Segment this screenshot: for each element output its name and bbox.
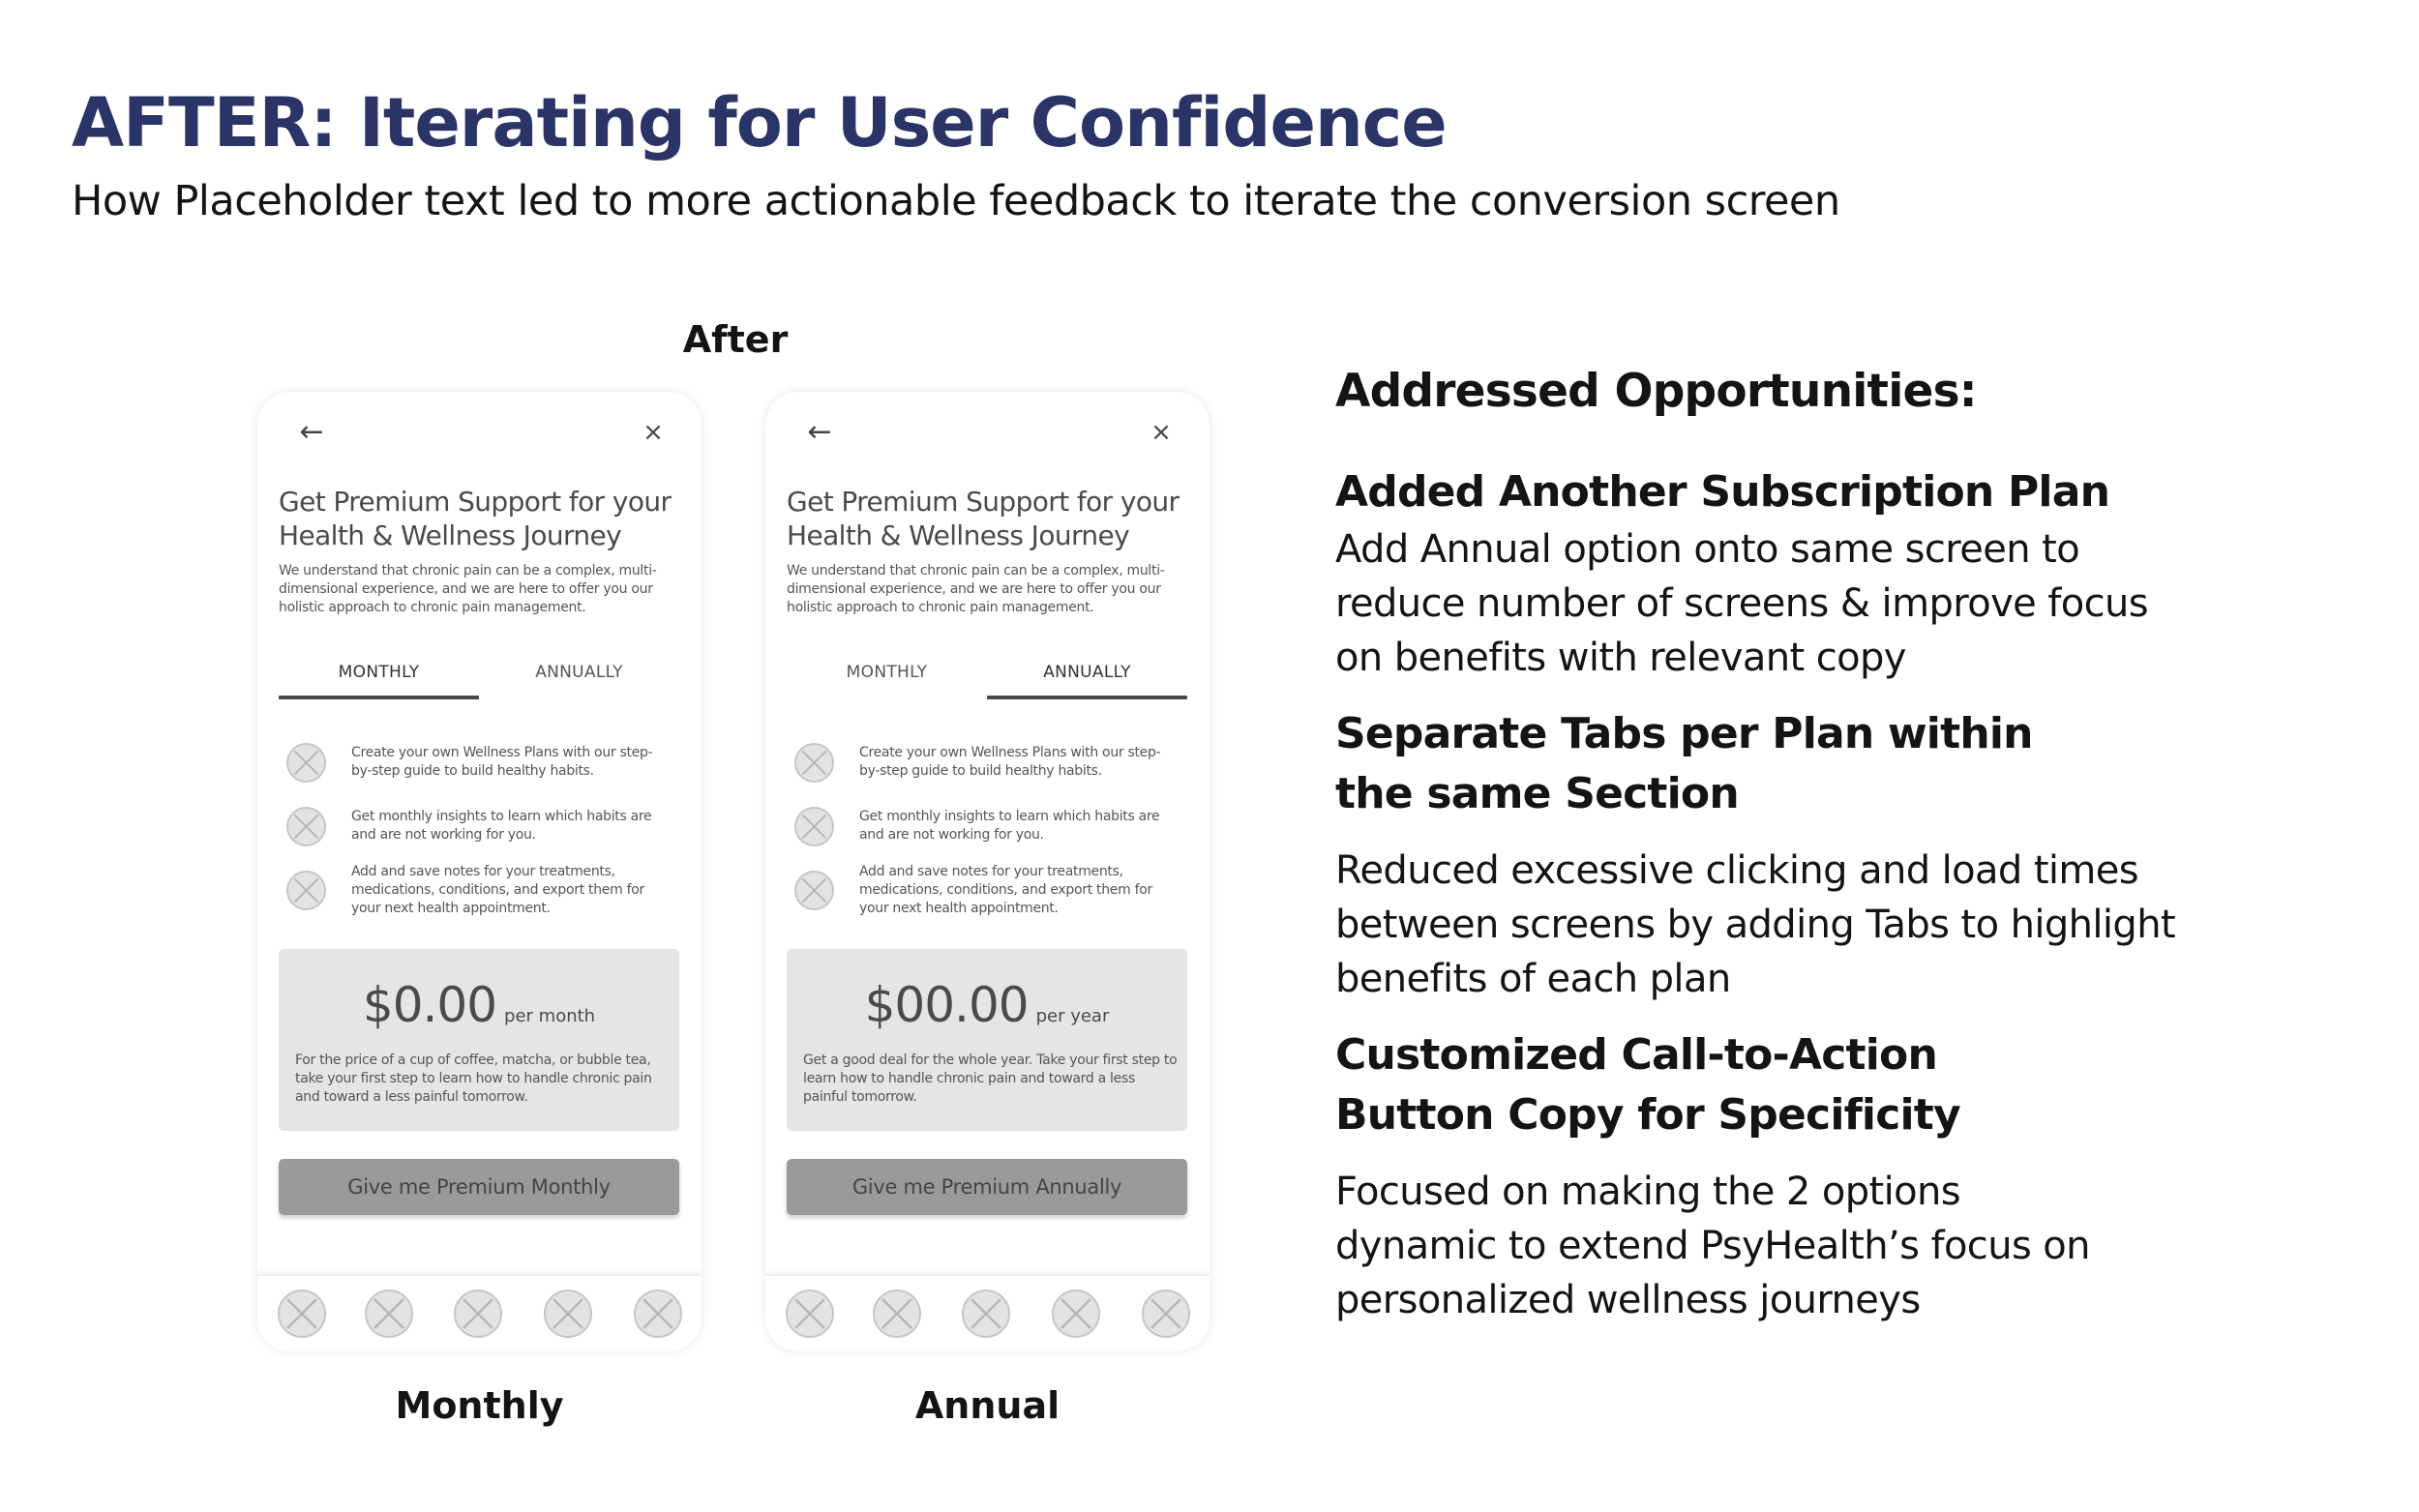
tab-monthly[interactable]: MONTHLY (279, 653, 479, 701)
nav-placeholder-icon[interactable] (1142, 1290, 1190, 1338)
tab-annually[interactable]: ANNUALLY (987, 653, 1187, 701)
premium-title: Get Premium Support for your Health & We… (279, 486, 672, 551)
addressed-opportunities: Addressed Opportunities: Added Another S… (1335, 362, 2322, 1327)
nav-placeholder-icon[interactable] (962, 1290, 1010, 1338)
feature-item: Get monthly insights to learn which habi… (286, 794, 683, 858)
feature-item: Add and save notes for your treatments, … (794, 858, 1191, 922)
placeholder-icon (794, 806, 834, 846)
feature-item: Get monthly insights to learn which habi… (794, 794, 1191, 858)
placeholder-icon (286, 870, 326, 910)
feature-list: Create your own Wellness Plans with our … (286, 730, 683, 922)
premium-monthly-button[interactable]: Give me Premium Monthly (279, 1159, 679, 1215)
price-description: Get a good deal for the whole year. Take… (803, 1052, 1178, 1105)
page-title: AFTER: Iterating for User Confidence (72, 83, 1448, 163)
feature-text: Add and save notes for your treatments, … (859, 863, 1152, 916)
price-period: per month (504, 1006, 596, 1026)
nav-placeholder-icon[interactable] (1052, 1290, 1100, 1338)
premium-annually-button[interactable]: Give me Premium Annually (787, 1159, 1187, 1215)
section-title-subscription-plan: Added Another Subscription Plan (1335, 467, 2110, 517)
nav-placeholder-icon[interactable] (786, 1290, 834, 1338)
price-row: $00.00 per year (787, 976, 1187, 1034)
notes-heading: Addressed Opportunities: (1335, 365, 1978, 418)
section-body-subscription-plan: Add Annual option onto same screen to re… (1335, 527, 2149, 680)
tab-annually[interactable]: ANNUALLY (479, 653, 679, 701)
placeholder-icon (794, 742, 834, 783)
plan-tabs: MONTHLY ANNUALLY (787, 653, 1187, 701)
section-body-cta-copy: Focused on making the 2 options dynamic … (1335, 1170, 2091, 1322)
price-row: $0.00 per month (279, 976, 679, 1034)
feature-text: Get monthly insights to learn which habi… (351, 809, 652, 843)
feature-item: Create your own Wellness Plans with our … (794, 730, 1191, 794)
premium-description: We understand that chronic pain can be a… (787, 563, 1165, 615)
page-subtitle: How Placeholder text led to more actiona… (72, 177, 1840, 225)
nav-placeholder-icon[interactable] (278, 1290, 326, 1338)
price-card: $00.00 per year Get a good deal for the w… (787, 949, 1187, 1131)
premium-title: Get Premium Support for your Health & We… (787, 486, 1180, 551)
section-title-cta-copy: Customized Call-to-Action Button Copy fo… (1335, 1030, 1961, 1140)
arrow-left-icon[interactable]: ← (292, 413, 331, 452)
nav-placeholder-icon[interactable] (634, 1290, 682, 1338)
placeholder-icon (286, 806, 326, 846)
close-icon[interactable]: × (1142, 413, 1180, 452)
bottom-nav-bar (765, 1274, 1210, 1351)
feature-text: Create your own Wellness Plans with our … (351, 745, 653, 779)
caption-annual: Annual (914, 1384, 1060, 1427)
arrow-left-icon[interactable]: ← (800, 413, 839, 452)
feature-text: Create your own Wellness Plans with our … (859, 745, 1161, 779)
plan-tabs: MONTHLY ANNUALLY (279, 653, 679, 701)
nav-placeholder-icon[interactable] (365, 1290, 413, 1338)
price-description: For the price of a cup of coffee, matcha… (295, 1052, 652, 1105)
nav-placeholder-icon[interactable] (544, 1290, 592, 1338)
caption-monthly: Monthly (395, 1384, 564, 1427)
feature-list: Create your own Wellness Plans with our … (794, 730, 1191, 922)
feature-text: Get monthly insights to learn which habi… (859, 809, 1160, 843)
price-value: $0.00 (362, 977, 497, 1033)
bottom-nav-bar (257, 1274, 702, 1351)
price-value: $00.00 (864, 977, 1030, 1033)
nav-placeholder-icon[interactable] (454, 1290, 502, 1338)
feature-item: Add and save notes for your treatments, … (286, 858, 683, 922)
mockups-group-label: After (682, 318, 789, 361)
price-period: per year (1035, 1006, 1110, 1026)
feature-text: Add and save notes for your treatments, … (351, 863, 644, 916)
feature-item: Create your own Wellness Plans with our … (286, 730, 683, 794)
price-card: $0.00 per month For the price of a cup of… (279, 949, 679, 1131)
tab-monthly[interactable]: MONTHLY (787, 653, 987, 701)
phone-mockup-monthly: ← × Get Premium Support for your Health … (257, 392, 702, 1351)
close-icon[interactable]: × (634, 413, 672, 452)
nav-placeholder-icon[interactable] (873, 1290, 921, 1338)
phone-mockup-annual: ← × Get Premium Support for your Health … (765, 392, 1210, 1351)
placeholder-icon (794, 870, 834, 910)
placeholder-icon (286, 742, 326, 783)
section-title-separate-tabs: Separate Tabs per Plan within the same S… (1335, 709, 2033, 818)
premium-description: We understand that chronic pain can be a… (279, 563, 657, 615)
section-body-separate-tabs: Reduced excessive clicking and load time… (1335, 848, 2176, 1001)
